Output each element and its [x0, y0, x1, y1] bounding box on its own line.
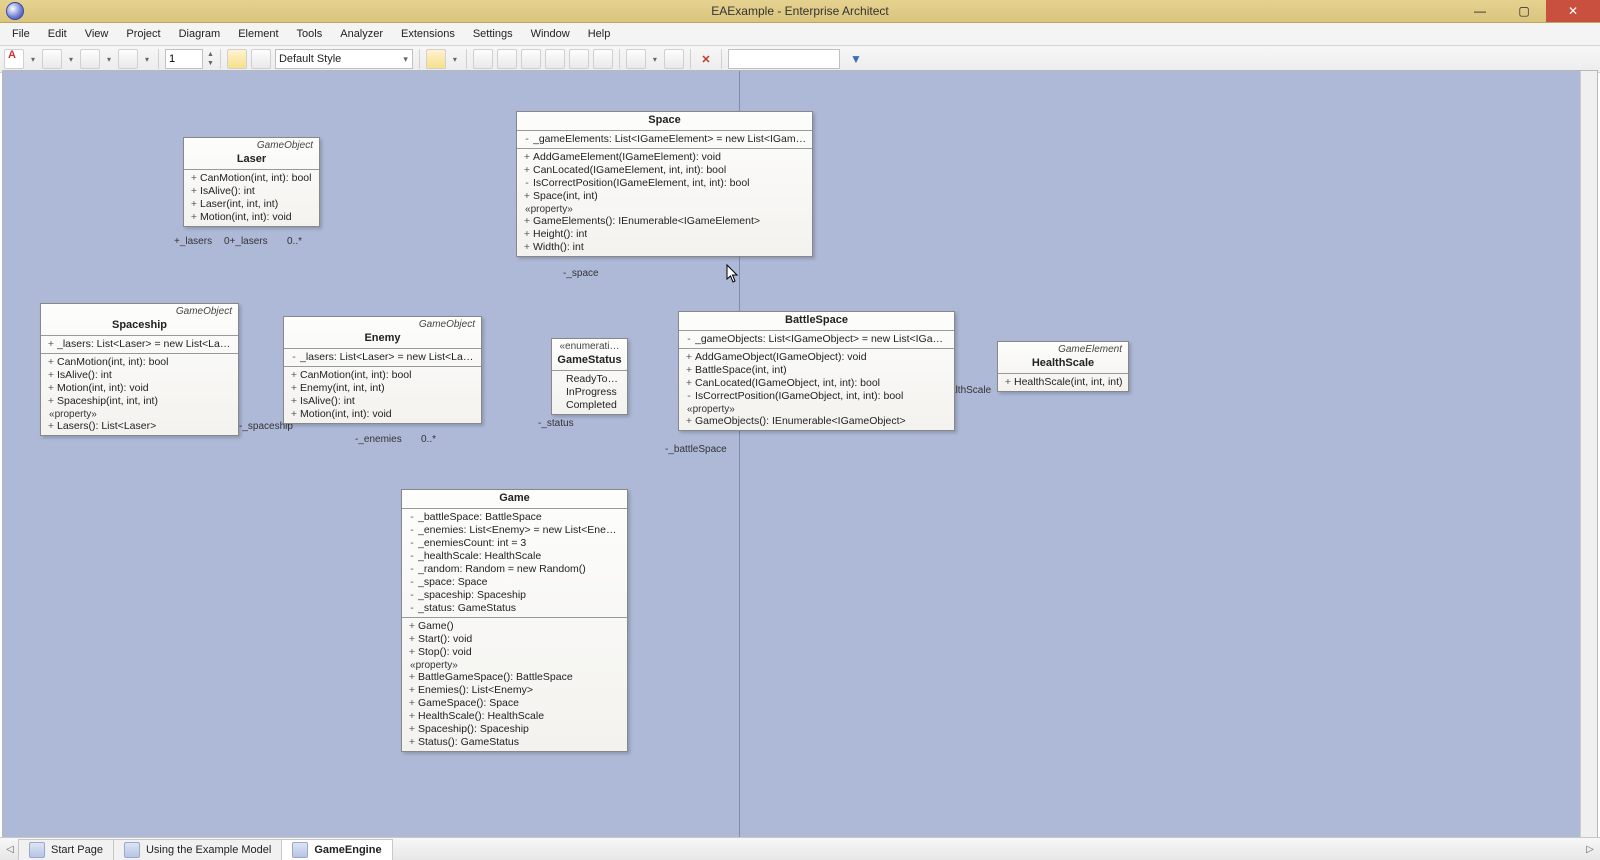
toolbar: A ▾ ▾ ▾ ▾ ▲ ▼ Default Style ▾ ▾ ✕ ▼ [0, 46, 1600, 73]
maximize-button[interactable] [1502, 0, 1546, 22]
menu-project[interactable]: Project [118, 26, 168, 42]
dropdown-icon[interactable]: ▾ [450, 55, 460, 64]
same-width-icon[interactable] [569, 49, 589, 69]
class-healthscale[interactable]: GameElement HealthScale +HealthScale(int… [997, 341, 1129, 392]
menubar: File Edit View Project Diagram Element T… [0, 23, 1600, 46]
class-enemy[interactable]: GameObject Enemy -_lasers: List<Laser> =… [283, 316, 482, 424]
apply-style-icon[interactable] [251, 49, 271, 69]
role-label: +_lasers [174, 236, 212, 247]
line-color-icon[interactable] [80, 49, 100, 69]
menu-settings[interactable]: Settings [465, 26, 521, 42]
align-left-icon[interactable] [473, 49, 493, 69]
role-label: 0..* [421, 434, 436, 445]
titlebar: EAExample - Enterprise Architect [0, 0, 1600, 23]
role-label: 0+_lasers [224, 236, 268, 247]
filter-icon[interactable]: ▼ [850, 52, 862, 66]
role-label: -_status [538, 418, 574, 429]
filter-elements-icon[interactable] [664, 49, 684, 69]
class-space[interactable]: Space -_gameElements: List<IGameElement>… [516, 111, 813, 257]
format-paint-icon[interactable] [227, 49, 247, 69]
menu-edit[interactable]: Edit [40, 26, 75, 42]
style-combo[interactable]: Default Style [275, 49, 413, 69]
close-button[interactable] [1546, 0, 1600, 22]
same-height-icon[interactable] [593, 49, 613, 69]
class-battlespace[interactable]: BattleSpace -_gameObjects: List<IGameObj… [678, 311, 955, 431]
menu-view[interactable]: View [77, 26, 117, 42]
diagram-canvas-wrap: +_lasers 0+_lasers 0..* -_spaceship -_en… [2, 70, 1598, 838]
tab-scroll-right-icon[interactable]: ▷ [1582, 840, 1598, 858]
window-title: EAExample - Enterprise Architect [0, 4, 1600, 18]
menu-window[interactable]: Window [523, 26, 578, 42]
tab-start-page[interactable]: Start Page [18, 839, 114, 860]
role-label: -_battleSpace [665, 444, 727, 455]
tab-scroll-left-icon[interactable]: ◁ [2, 840, 18, 858]
tab-example-model[interactable]: Using the Example Model [113, 839, 282, 860]
menu-analyzer[interactable]: Analyzer [332, 26, 391, 42]
tab-gameengine[interactable]: GameEngine [281, 839, 392, 860]
enum-gamestatus[interactable]: enumerati GameStatus ReadyToStart InProg… [551, 338, 628, 415]
stepper-down-icon[interactable]: ▼ [207, 59, 214, 68]
class-spaceship[interactable]: GameObject Spaceship +_lasers: List<Lase… [40, 303, 239, 436]
dropdown-icon[interactable]: ▾ [650, 55, 660, 64]
align-bottom-icon[interactable] [545, 49, 565, 69]
diagram-canvas[interactable]: +_lasers 0+_lasers 0..* -_spaceship -_en… [3, 71, 1597, 837]
class-game[interactable]: Game -_battleSpace: BattleSpace -_enemie… [401, 489, 628, 752]
role-label: -_space [563, 268, 599, 279]
fill-color-icon[interactable] [42, 49, 62, 69]
menu-tools[interactable]: Tools [289, 26, 331, 42]
align-right-icon[interactable] [497, 49, 517, 69]
dropdown-icon[interactable]: ▾ [28, 55, 38, 64]
role-label: 0..* [287, 236, 302, 247]
menu-element[interactable]: Element [230, 26, 286, 42]
tabbar: ◁ Start Page Using the Example Model Gam… [0, 837, 1600, 860]
stepper-up-icon[interactable]: ▲ [207, 50, 214, 59]
class-laser[interactable]: GameObject Laser +CanMotion(int, int): b… [183, 137, 320, 227]
role-label: -_enemies [355, 434, 402, 445]
vertical-scrollbar[interactable] [1580, 71, 1597, 837]
search-input[interactable] [728, 49, 840, 69]
dropdown-icon[interactable]: ▾ [104, 55, 114, 64]
menu-extensions[interactable]: Extensions [393, 26, 463, 42]
menu-diagram[interactable]: Diagram [171, 26, 229, 42]
font-color-icon[interactable]: A [4, 49, 24, 69]
line-style-icon[interactable] [118, 49, 138, 69]
line-width-stepper[interactable] [165, 49, 203, 69]
dropdown-icon[interactable]: ▾ [66, 55, 76, 64]
diagram-icon [292, 842, 308, 858]
minimize-button[interactable] [1458, 0, 1502, 22]
highlight-icon[interactable] [426, 49, 446, 69]
align-top-icon[interactable] [521, 49, 541, 69]
menu-help[interactable]: Help [580, 26, 619, 42]
delete-icon[interactable]: ✕ [697, 50, 715, 68]
diagram-icon [124, 842, 140, 858]
menu-file[interactable]: File [4, 26, 38, 42]
page-icon [29, 842, 45, 858]
layout-icon[interactable] [626, 49, 646, 69]
dropdown-icon[interactable]: ▾ [142, 55, 152, 64]
